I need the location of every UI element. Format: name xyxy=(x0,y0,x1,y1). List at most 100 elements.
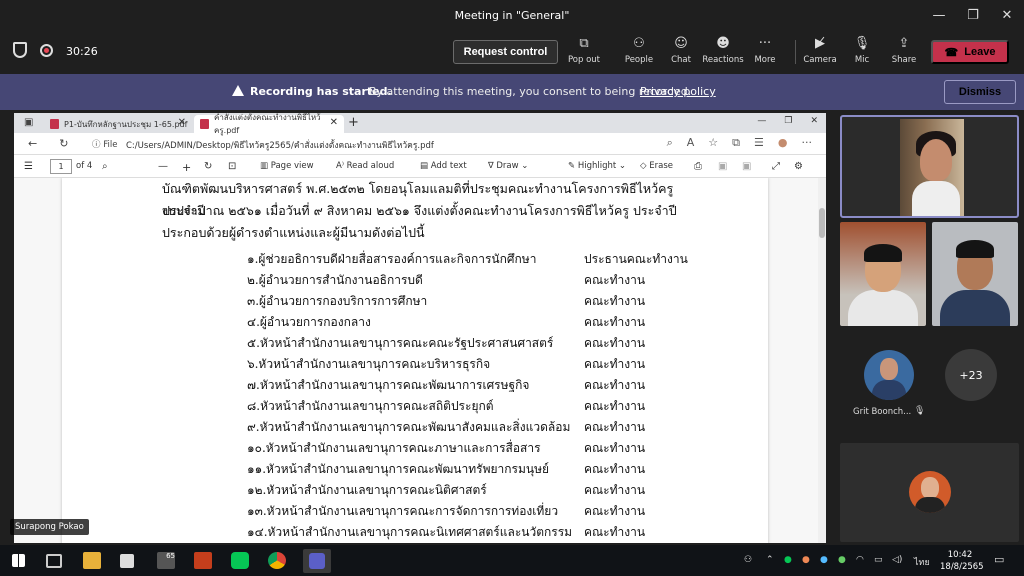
dismiss-button[interactable]: Dismiss xyxy=(944,80,1016,104)
file-explorer-icon[interactable] xyxy=(83,552,101,569)
line-tray-icon[interactable]: ● xyxy=(784,555,792,565)
teams-taskbar-active[interactable] xyxy=(303,549,331,573)
member-title: ๓.ผู้อำนวยการกองบริการการศึกษา xyxy=(247,294,428,308)
task-view-icon[interactable] xyxy=(46,554,62,568)
shield-icon[interactable] xyxy=(13,42,27,58)
contents-icon[interactable]: ☰ xyxy=(24,161,33,172)
app-tray-icon[interactable]: ● xyxy=(838,555,846,565)
list-item: ๗.หัวหน้าสำนักงานเลขานุการคณะพัฒนาการเศร… xyxy=(247,376,697,397)
search-icon[interactable]: ⌕ xyxy=(102,161,108,172)
more-participants-button[interactable]: +23 xyxy=(945,349,997,401)
read-aloud-icon[interactable]: A xyxy=(687,136,695,150)
line-icon[interactable] xyxy=(231,552,249,569)
fullscreen-icon[interactable]: ⤢ xyxy=(772,161,780,172)
participant-video-active[interactable] xyxy=(840,115,1019,218)
language-indicator[interactable]: ไทย xyxy=(914,555,930,569)
chat-button[interactable]: ☺ Chat xyxy=(659,35,703,66)
volume-icon[interactable]: ◁) xyxy=(892,555,902,565)
notifications-icon[interactable]: ▭ xyxy=(994,553,1004,566)
list-item: ๒.ผู้อำนวยการสำนักงานอธิการบดี คณะทำงาน xyxy=(247,271,697,292)
add-text-button[interactable]: ▤ Add text xyxy=(420,161,467,171)
browser-tab-active[interactable]: คำสั่งแต่งตั้งคณะทำงานพิธีไหว้ครู.pdf ✕ xyxy=(194,113,344,135)
self-avatar xyxy=(909,471,951,513)
new-tab-icon[interactable]: + xyxy=(348,115,359,130)
save-icon[interactable]: ▣ xyxy=(718,161,727,172)
member-title: ๑๐.หัวหน้าสำนักงานเลขานุการคณะภาษาและการ… xyxy=(247,441,541,455)
leave-button[interactable]: ☎ Leave xyxy=(931,40,1009,64)
favorites-list-icon[interactable]: ☰ xyxy=(754,136,764,150)
zoom-out-icon[interactable]: — xyxy=(158,161,168,172)
participant-video[interactable] xyxy=(932,222,1018,326)
participant-video[interactable] xyxy=(840,222,926,326)
app-icon[interactable]: 65 xyxy=(157,552,175,569)
rotate-icon[interactable]: ↻ xyxy=(204,161,212,172)
more-button[interactable]: ··· More xyxy=(743,35,787,66)
more-icon: ··· xyxy=(758,35,772,51)
refresh-icon[interactable]: ↻ xyxy=(59,137,68,150)
camera-button[interactable]: ▶̸ Camera xyxy=(798,36,842,66)
clock[interactable]: 10:42 18/8/2565 xyxy=(940,549,984,573)
minimize-button[interactable]: — xyxy=(922,0,956,30)
page-number-input[interactable]: 1 xyxy=(50,159,72,174)
scrollbar-thumb[interactable] xyxy=(819,208,825,238)
start-icon[interactable] xyxy=(12,554,25,567)
close-button[interactable]: ✕ xyxy=(990,0,1024,30)
powerpoint-icon[interactable] xyxy=(194,552,212,569)
favorite-icon[interactable]: ☆ xyxy=(708,136,718,150)
url-field[interactable]: C:/Users/ADMIN/Desktop/พิธีไหว้ครู2565/ค… xyxy=(126,138,434,152)
chrome-icon[interactable] xyxy=(268,552,286,569)
reactions-label: Reactions xyxy=(702,55,744,65)
close-icon[interactable]: ✕ xyxy=(810,116,818,126)
minimize-icon[interactable]: — xyxy=(757,116,766,126)
list-item: ๑๓.หัวหน้าสำนักงานเลขานุการคณะการจัดการก… xyxy=(247,502,697,523)
share-button[interactable]: ⇪ Share xyxy=(882,36,926,66)
browser-tab[interactable]: P1-บันทึกหลักฐานประชุม 1-65.pdf ✕ xyxy=(44,115,192,133)
privacy-policy-link[interactable]: Privacy policy xyxy=(640,85,716,98)
back-icon[interactable]: ← xyxy=(28,137,37,150)
zoom-icon[interactable]: ⌕ xyxy=(667,136,673,150)
member-role: คณะทำงาน xyxy=(584,420,646,434)
app-tray-icon[interactable]: ● xyxy=(802,555,810,565)
page-view-button[interactable]: ▥ Page view xyxy=(260,161,314,171)
member-role: คณะทำงาน xyxy=(584,504,646,518)
popout-button[interactable]: ⧉ Pop out xyxy=(562,36,606,66)
store-icon[interactable] xyxy=(120,554,134,568)
participant-avatar[interactable] xyxy=(864,350,914,400)
draw-button[interactable]: ∇ Draw ⌄ xyxy=(488,161,528,171)
chevron-up-icon[interactable]: ⌃ xyxy=(766,555,774,565)
close-tab-icon[interactable]: ✕ xyxy=(178,117,186,128)
people-button[interactable]: ⚇ People xyxy=(617,36,661,66)
close-tab-icon[interactable]: ✕ xyxy=(330,117,338,128)
title-bar: Meeting in "General" — ❐ ✕ xyxy=(0,0,1024,30)
tab-actions-icon[interactable]: ▣ xyxy=(24,117,33,128)
read-aloud-button[interactable]: A⁾ Read aloud xyxy=(336,161,394,171)
pdf-viewer[interactable]: บัณฑิตพัฒนบริหารศาสตร์ พ.ศ.๒๕๓๒ โดยอนุโล… xyxy=(14,178,826,543)
save-as-icon[interactable]: ▣ xyxy=(742,161,751,172)
highlight-button[interactable]: ✎ Highlight ⌄ xyxy=(568,161,626,171)
zoom-in-icon[interactable]: + xyxy=(182,161,191,174)
fit-page-icon[interactable]: ⊡ xyxy=(228,161,236,172)
app-tray-icon[interactable]: ● xyxy=(820,555,828,565)
wifi-icon[interactable]: ◠ xyxy=(856,555,864,565)
restore-icon[interactable]: ❐ xyxy=(784,116,792,126)
menu-icon[interactable]: ··· xyxy=(802,136,813,150)
profile-icon[interactable]: ● xyxy=(778,136,788,150)
mic-button[interactable]: 🎙︎ Mic xyxy=(840,36,884,66)
collections-icon[interactable]: ⧉ xyxy=(732,136,740,150)
network-icon[interactable]: ▭ xyxy=(874,555,883,565)
chat-icon: ☺ xyxy=(674,35,688,51)
people-tray-icon[interactable]: ⚇ xyxy=(744,555,752,565)
erase-button[interactable]: ◇ Erase xyxy=(640,161,673,171)
print-icon[interactable]: ⎙ xyxy=(694,161,702,172)
file-label: ⓘ File xyxy=(92,140,118,150)
settings-icon[interactable]: ⚙ xyxy=(794,161,803,172)
request-control-button[interactable]: Request control xyxy=(453,40,558,64)
address-bar: ← ↻ ⓘ File C:/Users/ADMIN/Desktop/พิธีไห… xyxy=(14,133,826,155)
reactions-button[interactable]: ☻ Reactions xyxy=(701,36,745,66)
app-badge: 65 xyxy=(166,552,175,560)
member-role: คณะทำงาน xyxy=(584,294,646,308)
maximize-button[interactable]: ❐ xyxy=(956,0,990,30)
self-video-tile[interactable] xyxy=(840,443,1019,542)
pdf-scrollbar[interactable] xyxy=(818,178,826,543)
member-role: คณะทำงาน xyxy=(584,357,646,371)
